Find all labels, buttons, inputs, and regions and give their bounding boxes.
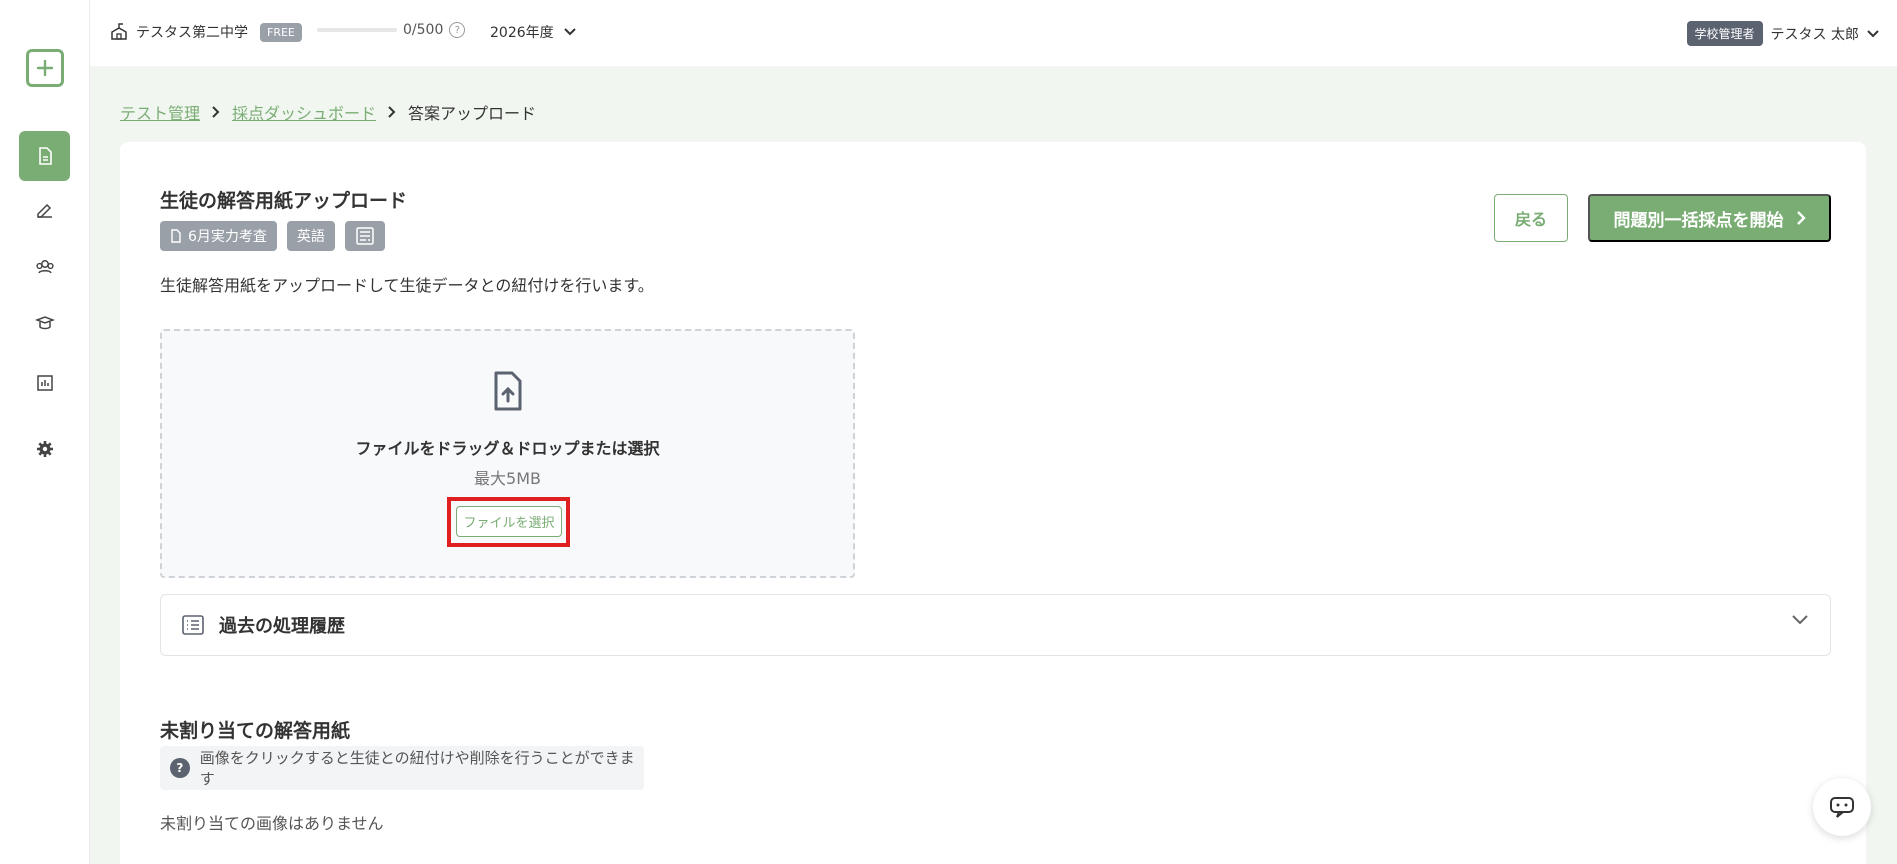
- answer-sheet-icon: [356, 227, 374, 245]
- pen-icon: [36, 203, 52, 218]
- select-file-button[interactable]: ファイルを選択: [456, 506, 562, 537]
- history-label: 過去の処理履歴: [219, 616, 345, 637]
- unassigned-title: 未割り当ての解答用紙: [160, 720, 351, 742]
- role-badge: 学校管理者: [1686, 21, 1763, 46]
- gear-icon: [36, 441, 53, 457]
- sidebar-item-students[interactable]: [19, 242, 70, 292]
- list-icon: [182, 615, 204, 635]
- file-upload-icon: [494, 371, 522, 411]
- sidebar-item-grading[interactable]: [19, 184, 70, 234]
- empty-state-text: 未割り当ての画像はありません: [160, 814, 384, 833]
- usage-quota: 0/500 ?: [317, 22, 466, 38]
- quota-progress-bar: [317, 28, 397, 32]
- help-icon[interactable]: ?: [449, 22, 466, 38]
- create-button[interactable]: [26, 49, 64, 87]
- chevron-right-icon: [1796, 211, 1806, 225]
- school-selector[interactable]: テスタス第二中学 FREE: [110, 22, 302, 42]
- file-dropzone[interactable]: ファイルをドラッグ＆ドロップまたは選択 最大5MB ファイルを選択: [160, 329, 855, 578]
- sidebar: [0, 0, 90, 864]
- user-name: テスタス 太郎: [1770, 26, 1859, 43]
- test-name-tag: 6月実力考査: [160, 221, 277, 251]
- chevron-right-icon: [388, 106, 396, 118]
- sidebar-item-tests[interactable]: [19, 131, 70, 181]
- breadcrumb-link-dashboard[interactable]: 採点ダッシュボード: [232, 100, 376, 124]
- question-icon: ?: [170, 758, 190, 778]
- info-note-text: 画像をクリックすると生徒との紐付けや削除を行うことができます: [199, 749, 635, 788]
- quota-text: 0/500: [403, 22, 444, 38]
- answer-sheet-tag[interactable]: [344, 221, 385, 251]
- chevron-down-icon: [1867, 29, 1879, 37]
- chat-icon: [1830, 797, 1854, 818]
- dropzone-title: ファイルをドラッグ＆ドロップまたは選択: [355, 439, 660, 458]
- breadcrumb-link-tests[interactable]: テスト管理: [120, 100, 200, 124]
- sidebar-item-teachers[interactable]: [19, 299, 70, 349]
- teacher-icon: [34, 316, 55, 330]
- breadcrumb: テスト管理 採点ダッシュボード 答案アップロード: [120, 100, 536, 124]
- info-note: ? 画像をクリックすると生徒との紐付けや削除を行うことができます: [160, 746, 644, 790]
- subject-tag: 英語: [286, 221, 335, 251]
- plan-badge: FREE: [260, 22, 302, 42]
- school-name: テスタス第二中学: [136, 25, 248, 41]
- main-content: テスト管理 採点ダッシュボード 答案アップロード 生徒の解答用紙アップロード 6…: [90, 66, 1897, 864]
- school-icon: [111, 23, 127, 40]
- group-icon: [35, 260, 54, 274]
- document-icon: [38, 147, 52, 165]
- start-batch-grading-button[interactable]: 問題別一括採点を開始: [1588, 194, 1831, 242]
- breadcrumb-current: 答案アップロード: [408, 104, 537, 123]
- test-name: 6月実力考査: [188, 229, 267, 245]
- year-selector[interactable]: 2026年度: [490, 22, 576, 42]
- upload-card: 生徒の解答用紙アップロード 6月実力考査 英語 生徒解答用紙をアップロードして生…: [120, 142, 1866, 864]
- chevron-right-icon: [212, 106, 220, 118]
- chat-button[interactable]: [1813, 778, 1871, 836]
- sidebar-item-settings[interactable]: [19, 424, 70, 474]
- sidebar-item-reports[interactable]: [19, 358, 70, 408]
- page-description: 生徒解答用紙をアップロードして生徒データとの紐付けを行います。: [160, 276, 654, 295]
- start-button-label: 問題別一括採点を開始: [1613, 210, 1784, 230]
- document-icon: [171, 229, 181, 243]
- back-button[interactable]: 戻る: [1494, 194, 1568, 242]
- chart-icon: [36, 375, 53, 391]
- user-menu[interactable]: 学校管理者 テスタス 太郎: [1686, 21, 1879, 46]
- plus-icon: [36, 59, 54, 77]
- chevron-down-icon: [1792, 615, 1808, 625]
- page-title: 生徒の解答用紙アップロード: [160, 190, 408, 212]
- topbar: テスタス第二中学 FREE 0/500 ? 2026年度 学校管理者 テスタス …: [90, 0, 1897, 66]
- tag-list: 6月実力考査 英語: [160, 221, 385, 251]
- history-accordion[interactable]: 過去の処理履歴: [160, 594, 1831, 656]
- dropzone-max-size: 最大5MB: [474, 469, 541, 488]
- year-label: 2026年度: [490, 25, 554, 41]
- chevron-down-icon: [563, 28, 576, 36]
